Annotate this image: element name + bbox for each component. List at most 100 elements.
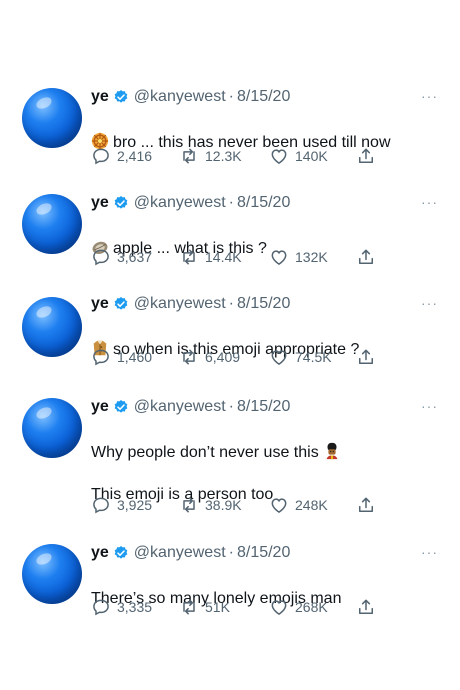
- retweet-button[interactable]: 6,409: [179, 347, 240, 367]
- tweet-actions: 3,637 14.4K 132K: [91, 247, 391, 267]
- retweet-button[interactable]: 14.4K: [179, 247, 242, 267]
- tweet-date[interactable]: 8/15/20: [237, 398, 290, 416]
- retweet-count: 14.4K: [205, 249, 242, 265]
- like-button[interactable]: 268K: [269, 597, 328, 617]
- retweet-icon: [183, 349, 195, 365]
- user-handle[interactable]: @kanyewest: [134, 295, 226, 313]
- retweet-button[interactable]: 51K: [179, 597, 230, 617]
- like-icon: [271, 600, 287, 615]
- avatar[interactable]: [22, 194, 82, 254]
- more-icon[interactable]: ···: [421, 88, 438, 104]
- more-icon[interactable]: ···: [421, 544, 438, 560]
- reply-button[interactable]: 1,460: [91, 347, 152, 367]
- reply-count: 1,460: [117, 349, 153, 365]
- reply-icon: [93, 148, 109, 165]
- like-count: 140K: [295, 148, 328, 164]
- tweet-text: Why people don’t never use this: [91, 420, 436, 464]
- verified-badge-icon: [114, 400, 128, 413]
- more-icon[interactable]: ···: [421, 194, 438, 210]
- verified-badge-icon: [114, 196, 128, 209]
- like-button[interactable]: 248K: [269, 495, 328, 515]
- share-button[interactable]: [356, 597, 382, 617]
- reply-icon: [93, 599, 109, 616]
- more-icon[interactable]: ···: [421, 295, 438, 311]
- reply-button[interactable]: 3,925: [91, 495, 152, 515]
- tweet-feed: ye @kanyewest · 8/15/20 ··· bro ... this…: [0, 0, 460, 690]
- retweet-count: 38.9K: [205, 497, 242, 513]
- avatar[interactable]: [22, 398, 82, 458]
- separator-dot: ·: [228, 88, 234, 105]
- user-handle[interactable]: @kanyewest: [134, 398, 226, 416]
- retweet-icon: [183, 148, 195, 164]
- more-icon[interactable]: ···: [421, 398, 438, 414]
- like-icon: [271, 350, 287, 365]
- verified-badge-icon: [114, 546, 128, 559]
- retweet-count: 12.3K: [205, 148, 242, 164]
- tweet-actions: 3,925 38.9K 248K: [91, 495, 391, 515]
- reply-icon: [93, 497, 109, 514]
- retweet-icon: [183, 249, 195, 265]
- reply-button[interactable]: 3,637: [91, 247, 152, 267]
- like-count: 74.5K: [295, 349, 332, 365]
- retweet-count: 6,409: [205, 349, 241, 365]
- tweet-date[interactable]: 8/15/20: [237, 88, 290, 106]
- avatar[interactable]: [22, 297, 82, 357]
- retweet-icon: [183, 497, 195, 513]
- tweet-date[interactable]: 8/15/20: [237, 295, 290, 313]
- share-button[interactable]: [356, 347, 382, 367]
- like-icon: [271, 498, 287, 513]
- share-icon: [359, 599, 373, 614]
- reply-button[interactable]: 3,335: [91, 597, 152, 617]
- display-name[interactable]: ye: [91, 544, 109, 562]
- guard-emoji: [326, 442, 338, 460]
- separator-dot: ·: [228, 194, 234, 211]
- reply-icon: [93, 349, 109, 366]
- separator-dot: ·: [228, 398, 234, 415]
- retweet-icon: [183, 599, 195, 615]
- like-button[interactable]: 132K: [269, 247, 328, 267]
- tweet-actions: 1,460 6,409 74.5K: [91, 347, 391, 367]
- reply-count: 3,925: [117, 497, 153, 513]
- retweet-button[interactable]: 38.9K: [179, 495, 242, 515]
- share-icon: [359, 497, 373, 512]
- like-count: 248K: [295, 497, 328, 513]
- tweet-header: ye @kanyewest · 8/15/20: [91, 293, 290, 315]
- share-button[interactable]: [356, 146, 382, 166]
- avatar[interactable]: [22, 88, 82, 148]
- share-button[interactable]: [356, 247, 382, 267]
- tweet-date[interactable]: 8/15/20: [237, 544, 290, 562]
- share-button[interactable]: [356, 495, 382, 515]
- separator-dot: ·: [228, 544, 234, 561]
- user-handle[interactable]: @kanyewest: [134, 544, 226, 562]
- tweet-date[interactable]: 8/15/20: [237, 194, 290, 212]
- avatar[interactable]: [22, 544, 82, 604]
- tweet-header: ye @kanyewest · 8/15/20: [91, 86, 290, 108]
- reply-count: 3,335: [117, 599, 153, 615]
- share-icon: [359, 249, 373, 264]
- tweet-text-content: Why people don’t never use this: [91, 444, 319, 461]
- like-button[interactable]: 74.5K: [269, 347, 332, 367]
- display-name[interactable]: ye: [91, 88, 109, 106]
- display-name[interactable]: ye: [91, 194, 109, 212]
- like-icon: [271, 250, 287, 265]
- retweet-button[interactable]: 12.3K: [179, 146, 242, 166]
- reply-icon: [93, 249, 109, 266]
- user-handle[interactable]: @kanyewest: [134, 88, 226, 106]
- display-name[interactable]: ye: [91, 295, 109, 313]
- separator-dot: ·: [228, 295, 234, 312]
- reply-button[interactable]: 2,416: [91, 146, 152, 166]
- verified-badge-icon: [114, 90, 128, 103]
- tweet-actions: 2,416 12.3K 140K: [91, 146, 391, 166]
- verified-badge-icon: [114, 297, 128, 310]
- tweet-header: ye @kanyewest · 8/15/20: [91, 192, 290, 214]
- reply-count: 3,637: [117, 249, 153, 265]
- like-button[interactable]: 140K: [269, 146, 328, 166]
- reply-count: 2,416: [117, 148, 153, 164]
- retweet-count: 51K: [205, 599, 230, 615]
- tweet-actions: 3,335 51K 268K: [91, 597, 391, 617]
- like-icon: [271, 149, 287, 164]
- user-handle[interactable]: @kanyewest: [134, 194, 226, 212]
- display-name[interactable]: ye: [91, 398, 109, 416]
- share-icon: [359, 349, 373, 364]
- like-count: 132K: [295, 249, 328, 265]
